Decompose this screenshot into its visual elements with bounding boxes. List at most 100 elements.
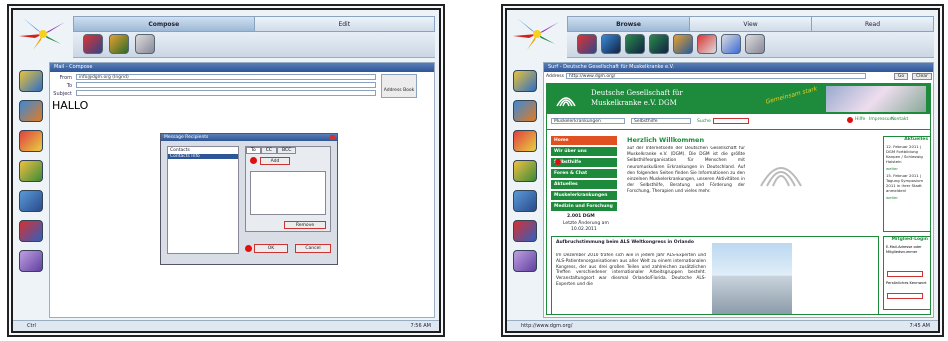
photos-app-icon[interactable] — [19, 130, 43, 152]
member-login-box: Mitglied-Login E-Mail-Adresse oder Mitgl… — [883, 236, 930, 310]
visitor-counter: 2.001 DGM — [567, 214, 595, 219]
address-field[interactable]: http://www.dgm.org/ — [566, 73, 866, 79]
message-body[interactable]: HALLO — [52, 99, 88, 112]
surf-app-icon[interactable] — [19, 100, 43, 122]
help-link[interactable]: Hilfe — [855, 117, 865, 122]
compose-title: Mail - Compose — [50, 63, 434, 72]
compose-panel: Mail - Compose From info@dgm.org (Ingrid… — [49, 62, 435, 318]
mail-app-icon[interactable] — [19, 70, 43, 92]
select-selbsthilfe[interactable]: Selbsthilfe — [631, 118, 691, 124]
app-sidebar — [19, 70, 45, 280]
status-left: Ctrl — [27, 323, 36, 329]
dialog-close-icon[interactable] — [330, 135, 335, 140]
tab-browse[interactable]: Browse — [567, 16, 690, 32]
subject-field[interactable] — [76, 90, 376, 96]
back-icon[interactable] — [625, 34, 645, 54]
go-button[interactable]: Go — [894, 73, 908, 80]
tab-cc[interactable]: CC — [260, 147, 278, 154]
news-item[interactable]: 12. Februar 2011 | DGM Fortbildung Kanpe… — [884, 142, 930, 166]
web-page: Deutsche Gesellschaft für Muskelkranke e… — [546, 83, 931, 315]
tab-bcc[interactable]: BCC — [277, 147, 297, 154]
site-toolbar: Muskelerkrankungen Selbsthilfe Suche Hil… — [547, 114, 930, 130]
music-app-icon[interactable] — [19, 220, 43, 242]
news-item[interactable]: 15. Februar 2011 | Tagung Symposium 2011… — [884, 171, 930, 195]
address-label: Address — [546, 74, 564, 79]
search-label: Suche — [697, 119, 711, 124]
password-input[interactable] — [887, 293, 923, 299]
tab-bar: Browse View Read — [567, 16, 934, 32]
search-icon[interactable] — [721, 34, 741, 54]
home-icon[interactable] — [673, 34, 693, 54]
nav-wir-ueber-uns[interactable]: Wir über uns — [551, 147, 617, 156]
write-app-icon[interactable] — [513, 160, 537, 182]
status-clock: 7:56 AM — [410, 323, 431, 329]
dgm-logo-icon — [556, 97, 576, 107]
tab-read[interactable]: Read — [812, 16, 934, 32]
contacts-list[interactable]: Contacts Contacts Info — [167, 146, 239, 254]
to-field[interactable] — [76, 82, 376, 88]
select-muskelerkrankungen[interactable]: Muskelerkrankungen — [551, 118, 625, 124]
address-book-button[interactable]: Address Book — [381, 74, 417, 98]
nav-muskelerkrankungen[interactable]: Muskelerkrankungen — [551, 191, 617, 200]
app-logo-icon — [513, 18, 559, 50]
ok-button[interactable]: OK — [254, 244, 288, 253]
remove-button[interactable]: Remove — [284, 221, 326, 229]
mail-app-icon[interactable] — [513, 70, 537, 92]
nav-home[interactable]: Home — [551, 136, 617, 145]
music-app-icon[interactable] — [513, 220, 537, 242]
dialog-title: Message Recipients — [161, 134, 337, 141]
browser-screenshot: Browse View Read Surf - Deutsche Gesells… — [501, 4, 944, 337]
cancel-button[interactable]: Cancel — [295, 244, 331, 253]
print-icon[interactable] — [135, 34, 155, 54]
from-label: From — [59, 75, 72, 81]
from-field[interactable]: info@dgm.org (Ingrid) — [76, 74, 376, 80]
delete-icon[interactable] — [83, 34, 103, 54]
games-app-icon[interactable] — [513, 190, 537, 212]
email-input[interactable] — [887, 271, 923, 277]
to-label: To — [66, 83, 72, 89]
toolbar — [73, 32, 435, 58]
games-app-icon[interactable] — [19, 190, 43, 212]
compose-screenshot: Compose Edit Mail - Compose From info@dg… — [7, 4, 445, 337]
contacts-list-item[interactable]: Contacts Info — [168, 154, 238, 159]
open-icon[interactable] — [601, 34, 621, 54]
site-slogan: Gemeinsam stark — [764, 85, 819, 106]
pointer-marker-icon — [555, 159, 561, 165]
update-label: Letzte Änderung am — [563, 221, 609, 226]
clear-button[interactable]: Clear — [912, 73, 932, 80]
site-name-line1: Deutsche Gesellschaft für — [591, 89, 683, 97]
tab-view[interactable]: View — [690, 16, 812, 32]
email-label: E-Mail-Adresse oder Mitgliedsnummer — [886, 245, 922, 254]
tab-to[interactable]: To — [246, 147, 261, 154]
photos-app-icon[interactable] — [513, 130, 537, 152]
kontakt-link[interactable]: Kontakt — [891, 117, 908, 122]
tab-compose[interactable]: Compose — [73, 16, 255, 32]
orlando-photo — [712, 243, 792, 314]
nav-foren-chat[interactable]: Foren & Chat — [551, 169, 617, 178]
recipients-list[interactable] — [250, 171, 326, 215]
news-title[interactable]: Aufbruchstimmung beim ALS Weltkongress i… — [556, 240, 706, 245]
forward-icon[interactable] — [649, 34, 669, 54]
news-more-link[interactable]: weiter — [884, 195, 930, 200]
close-icon[interactable] — [577, 34, 597, 54]
print-icon[interactable] — [745, 34, 765, 54]
status-bar: http://www.dgm.org/ 7:45 AM — [507, 320, 938, 331]
add-button[interactable]: Add — [260, 157, 290, 165]
nav-medizin-forschung[interactable]: Medizin und Forschung — [551, 202, 617, 211]
tab-edit[interactable]: Edit — [254, 16, 435, 32]
contacts-icon[interactable] — [109, 34, 129, 54]
surf-app-icon[interactable] — [513, 100, 537, 122]
browser-panel: Surf - Deutsche Gesellschaft für Muskelk… — [543, 62, 934, 318]
nav-aktuelles[interactable]: Aktuelles — [551, 180, 617, 189]
settings-app-icon[interactable] — [513, 250, 537, 272]
site-search-input[interactable] — [713, 118, 749, 124]
browser-title: Surf - Deutsche Gesellschaft für Muskelk… — [544, 63, 933, 72]
subject-label: Subject — [53, 91, 72, 97]
update-date: 10.02.2011 — [571, 227, 597, 232]
favorites-icon[interactable] — [697, 34, 717, 54]
write-app-icon[interactable] — [19, 160, 43, 182]
header-photo — [826, 86, 926, 112]
settings-app-icon[interactable] — [19, 250, 43, 272]
toolbar — [567, 32, 934, 58]
site-header: Deutsche Gesellschaft für Muskelkranke e… — [547, 84, 930, 114]
